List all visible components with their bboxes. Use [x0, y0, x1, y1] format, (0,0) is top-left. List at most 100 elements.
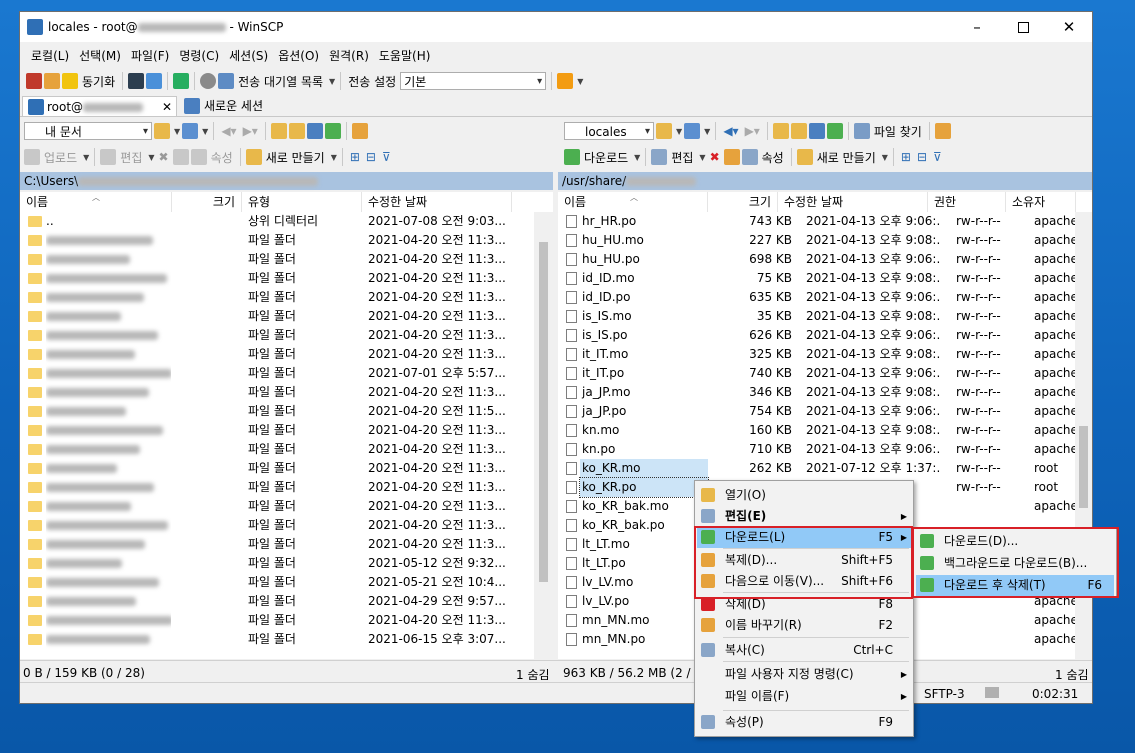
context-menu-item[interactable]: 복사(C) Ctrl+C [697, 640, 911, 661]
table-row[interactable]: 파일 폴더 2021-04-20 오전 11:3... [20, 421, 534, 440]
table-row[interactable]: ja_JP.po 754 KB 2021-04-13 오후 9:06:... rw-r… [558, 402, 1078, 421]
maximize-button[interactable] [1000, 12, 1046, 42]
chevron-down-icon[interactable]: ▼ [634, 153, 640, 162]
menu-command[interactable]: 명령(C) [174, 45, 224, 66]
table-row[interactable]: 파일 폴더 2021-05-12 오전 9:32... [20, 554, 534, 573]
forward-icon[interactable]: ▶▾ [241, 124, 260, 138]
table-row[interactable]: 파일 폴더 2021-04-20 오전 11:3... [20, 269, 534, 288]
left-col-date[interactable]: 수정한 날짜 [362, 192, 512, 212]
context-menu-item[interactable]: 속성(P) F9 [697, 712, 911, 733]
transfer-settings-select[interactable]: 기본 [400, 72, 547, 91]
table-row[interactable]: 파일 폴더 2021-04-20 오전 11:3... [20, 535, 534, 554]
table-row[interactable]: hu_HU.mo 227 KB 2021-04-13 오후 9:08:... rw-r… [558, 231, 1078, 250]
context-menu-item[interactable]: 이름 바꾸기(R) F2 [697, 615, 911, 636]
table-row[interactable]: ko_KR.mo 262 KB 2021-07-12 오후 1:37:... rw-r… [558, 459, 1075, 478]
right-edit-button[interactable]: 편집 [669, 149, 695, 166]
chevron-down-icon[interactable]: ▼ [331, 153, 337, 162]
left-scrollbar[interactable] [534, 212, 553, 659]
filter-icon[interactable] [684, 123, 701, 139]
left-scroll-thumb[interactable] [539, 242, 548, 582]
upload-button[interactable]: 업로드 [42, 149, 79, 166]
open-folder-icon[interactable] [154, 123, 170, 139]
context-menu-item[interactable]: 편집(E) ▶ [697, 506, 911, 527]
filter-select-icon[interactable]: ⊽ [931, 150, 944, 164]
select-all-icon[interactable]: ⊞ [899, 150, 913, 164]
table-row[interactable]: 파일 폴더 2021-04-20 오전 11:3... [20, 478, 534, 497]
table-row[interactable]: 파일 폴더 2021-04-20 오전 11:3... [20, 250, 534, 269]
table-row[interactable]: is_IS.po 626 KB 2021-04-13 오후 9:06:... rw-r… [558, 326, 1078, 345]
table-row[interactable]: .. 상위 디렉터리 2021-07-08 오전 9:03... [20, 212, 534, 231]
refresh-icon[interactable] [324, 123, 341, 139]
menu-file[interactable]: 파일(F) [126, 45, 174, 66]
table-row[interactable]: 파일 폴더 2021-05-21 오전 10:4... [20, 573, 534, 592]
deselect-icon[interactable]: ⊟ [364, 150, 378, 164]
table-row[interactable]: 파일 폴더 2021-04-20 오전 11:3... [20, 459, 534, 478]
table-row[interactable]: id_ID.po 635 KB 2021-04-13 오후 9:06:... rw-r… [558, 288, 1078, 307]
table-row[interactable]: kn.mo 160 KB 2021-04-13 오후 9:08:... rw-r--r… [558, 421, 1078, 440]
right-properties-button[interactable]: 속성 [760, 149, 786, 166]
delete-icon[interactable]: ✖ [708, 150, 722, 164]
deselect-icon[interactable]: ⊟ [915, 150, 929, 164]
menu-local[interactable]: 로컬(L) [26, 45, 74, 66]
chevron-down-icon[interactable]: ▼ [148, 153, 154, 162]
table-row[interactable]: hu_HU.po 698 KB 2021-04-13 오후 9:06:... rw-r… [558, 250, 1078, 269]
left-location-select[interactable]: 내 문서 [24, 122, 152, 141]
table-row[interactable]: 파일 폴더 2021-04-20 오전 11:3... [20, 497, 534, 516]
root-dir-icon[interactable] [288, 123, 305, 139]
menu-session[interactable]: 세션(S) [224, 45, 273, 66]
right-location-select[interactable]: locales [564, 122, 654, 141]
root-dir-icon[interactable] [790, 123, 807, 139]
right-scroll-thumb[interactable] [1079, 426, 1088, 508]
home-icon[interactable] [808, 123, 825, 139]
terminal-icon[interactable] [128, 73, 145, 89]
filter-select-icon[interactable]: ⊽ [380, 150, 393, 164]
table-row[interactable]: 파일 폴더 2021-06-15 오후 3:07... [20, 630, 534, 649]
table-row[interactable]: it_IT.mo 325 KB 2021-04-13 오후 9:08:... rw-r… [558, 345, 1078, 364]
rename-icon[interactable] [172, 149, 189, 165]
tab-session[interactable]: root@ ✕ [22, 96, 177, 116]
parent-dir-icon[interactable] [270, 123, 287, 139]
table-row[interactable]: id_ID.mo 75 KB 2021-04-13 오후 9:08:... rw-r-… [558, 269, 1078, 288]
right-col-date[interactable]: 수정한 날짜 [778, 192, 928, 212]
table-row[interactable]: it_IT.po 740 KB 2021-04-13 오후 9:06:... rw-r… [558, 364, 1078, 383]
back-icon[interactable]: ◀▾ [219, 124, 238, 138]
parent-dir-icon[interactable] [772, 123, 789, 139]
table-row[interactable]: 파일 폴더 2021-04-20 오전 11:3... [20, 307, 534, 326]
gear-icon[interactable] [200, 73, 217, 89]
table-row[interactable]: 파일 폴더 2021-04-20 오전 11:3... [20, 611, 534, 630]
chevron-down-icon[interactable]: ▼ [174, 127, 180, 136]
chevron-down-icon[interactable]: ▼ [577, 77, 583, 86]
context-menu-item[interactable]: 열기(O) [697, 485, 911, 506]
table-row[interactable]: 파일 폴더 2021-04-20 오전 11:5... [20, 402, 534, 421]
chevron-down-icon[interactable]: ▼ [699, 153, 705, 162]
table-row[interactable]: 파일 폴더 2021-04-20 오전 11:3... [20, 440, 534, 459]
chevron-down-icon[interactable]: ▼ [202, 127, 208, 136]
forward-icon[interactable]: ▶▾ [743, 124, 762, 138]
table-row[interactable]: kn.po 710 KB 2021-04-13 오후 9:06:... rw-r--r… [558, 440, 1078, 459]
menu-help[interactable]: 도움말(H) [374, 45, 436, 66]
left-properties-button[interactable]: 속성 [209, 149, 235, 166]
home-icon[interactable] [306, 123, 323, 139]
chevron-down-icon[interactable]: ▼ [83, 153, 89, 162]
table-row[interactable]: 파일 폴더 2021-04-20 오전 11:3... [20, 345, 534, 364]
table-row[interactable]: hr_HR.po 743 KB 2021-04-13 오후 9:06:... rw-r… [558, 212, 1078, 231]
table-row[interactable]: 파일 폴더 2021-04-20 오전 11:3... [20, 326, 534, 345]
find-files-button[interactable]: 파일 찾기 [872, 123, 924, 140]
left-col-size[interactable]: 크기 [172, 192, 242, 212]
table-row[interactable]: 파일 폴더 2021-04-20 오전 11:3... [20, 231, 534, 250]
table-row[interactable]: ja_JP.mo 346 KB 2021-04-13 오후 9:08:... rw-r… [558, 383, 1078, 402]
table-row[interactable]: 파일 폴더 2021-04-20 오전 11:3... [20, 383, 534, 402]
menu-select[interactable]: 선택(M) [74, 45, 126, 66]
right-col-perm[interactable]: 권한 [928, 192, 1006, 212]
tree-icon[interactable] [934, 123, 951, 139]
right-col-size[interactable]: 크기 [708, 192, 778, 212]
close-icon[interactable]: ✕ [162, 97, 172, 117]
chevron-down-icon[interactable]: ▼ [329, 77, 335, 86]
delete-icon[interactable]: ✖ [157, 150, 171, 164]
download-button[interactable]: 다운로드 [582, 149, 630, 166]
left-edit-button[interactable]: 편집 [118, 149, 144, 166]
menu-remote[interactable]: 원격(R) [324, 45, 374, 66]
back-icon[interactable]: ◀▾ [721, 124, 740, 138]
chevron-down-icon[interactable]: ▼ [676, 127, 682, 136]
sync-icon[interactable] [62, 73, 78, 89]
